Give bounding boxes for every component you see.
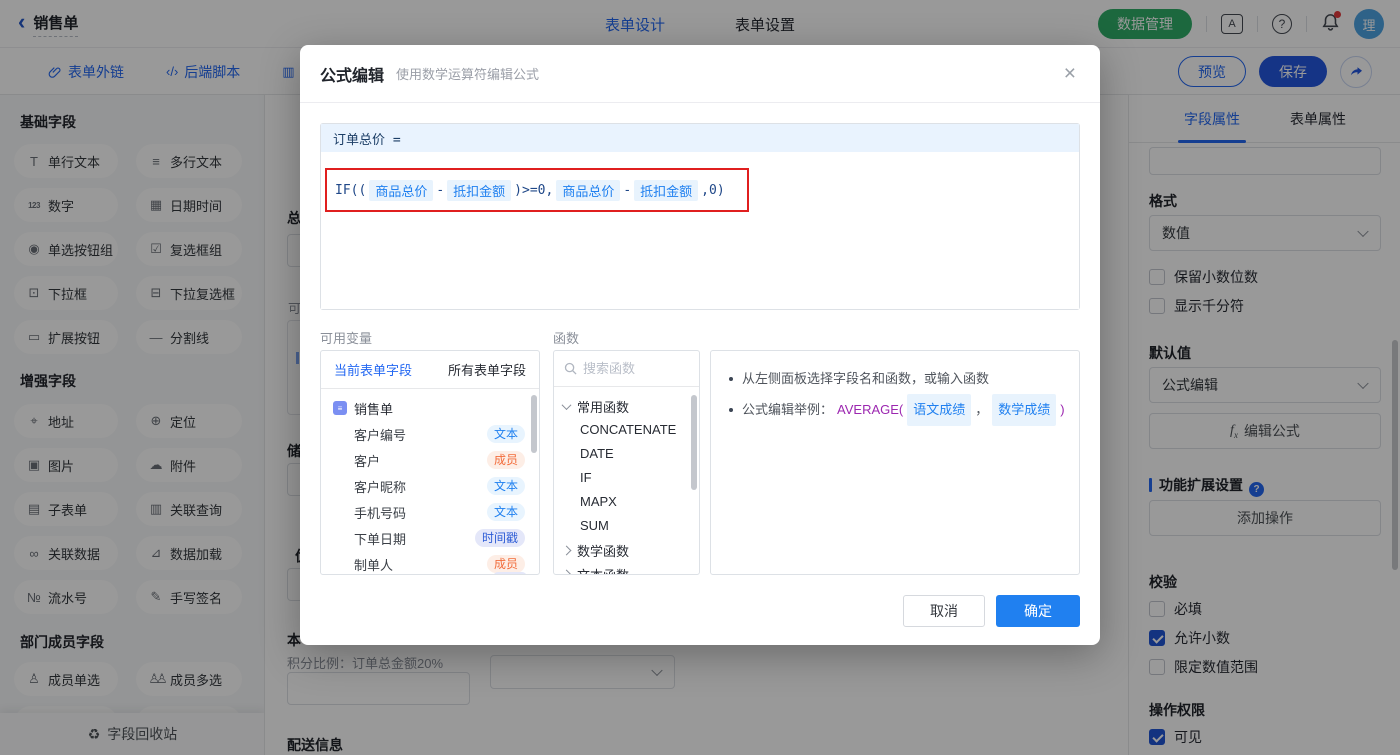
function-search-input[interactable] — [583, 361, 683, 376]
function-item-concatenate[interactable]: CONCATENATE — [563, 418, 690, 442]
function-item-date[interactable]: DATE — [563, 442, 690, 466]
cancel-button[interactable]: 取消 — [903, 595, 985, 627]
formula-code: )>=0, — [514, 182, 554, 198]
form-node[interactable]: ≡ 销售单 — [321, 395, 539, 421]
chevron-right-icon — [561, 569, 572, 574]
group-math-functions[interactable]: 数学函数 — [561, 538, 690, 562]
formula-target-field: 订单总价 = — [321, 124, 1079, 152]
formula-operator: - — [623, 182, 632, 198]
help-panel: 从左侧面板选择字段名和函数，或输入函数 公式编辑举例： AVERAGE( 语文成… — [710, 350, 1080, 575]
group-label: 数学函数 — [577, 543, 630, 559]
example-field-chip: 数学成绩 — [992, 394, 1057, 426]
group-label: 文本函数 — [577, 567, 630, 575]
type-tag: 文本 — [486, 477, 525, 495]
tip-text: 公式编辑举例： — [742, 402, 834, 417]
variable-name: 手机号码 — [354, 505, 407, 521]
bullet-icon — [729, 408, 733, 412]
bullet-icon — [729, 377, 733, 381]
function-item-mapx[interactable]: MAPX — [563, 490, 690, 514]
group-label: 常用函数 — [577, 399, 630, 415]
variable-name: 制单人 — [354, 557, 394, 573]
functions-panel: 常用函数 CONCATENATE DATE IF MAPX SUM 数学函数 文… — [553, 350, 700, 575]
search-icon — [564, 362, 577, 375]
type-tag: 时间戳 — [474, 529, 525, 547]
field-chip[interactable]: 抵扣金额 — [634, 179, 699, 201]
formula-operator: - — [436, 182, 445, 198]
type-tag: 文本 — [486, 425, 525, 443]
tip-text: 从左侧面板选择字段名和函数，或输入函数 — [742, 371, 990, 386]
variable-name: 客户编号 — [354, 427, 407, 443]
formula-editor-modal: 公式编辑 使用数学运算符编辑公式 × 订单总价 = IF(( 商品总价 - 抵扣… — [300, 45, 1100, 645]
help-tip-2: 公式编辑举例： AVERAGE( 语文成绩 ， 数学成绩 ) — [729, 394, 1065, 426]
field-chip[interactable]: 商品总价 — [556, 179, 621, 201]
separator: ， — [975, 402, 989, 417]
form-node-label: 销售单 — [354, 401, 394, 417]
formula-block: 订单总价 = IF(( 商品总价 - 抵扣金额 )>=0, 商品总价 - 抵扣金… — [320, 123, 1080, 310]
variable-row[interactable]: 客户昵称 文本 — [321, 473, 539, 499]
variable-row[interactable]: 客户编号 文本 — [321, 421, 539, 447]
variable-name: 客户昵称 — [354, 479, 407, 495]
example-function: AVERAGE( — [837, 402, 904, 417]
tab-current-form-fields[interactable]: 当前表单字段 — [334, 360, 412, 379]
example-function-close: ) — [1060, 402, 1065, 417]
chevron-right-icon — [561, 545, 572, 555]
variables-label: 可用变量 — [320, 331, 373, 346]
help-tip-1: 从左侧面板选择字段名和函数，或输入函数 — [729, 364, 1061, 394]
group-common-functions[interactable]: 常用函数 — [561, 394, 690, 418]
functions-tree: 常用函数 CONCATENATE DATE IF MAPX SUM 数学函数 文… — [554, 387, 699, 575]
modal-header: 公式编辑 使用数学运算符编辑公式 × — [300, 45, 1100, 103]
formula-code: ,0) — [701, 182, 725, 198]
variable-row[interactable]: 手机号码 文本 — [321, 499, 539, 525]
formula-editor-area[interactable]: IF(( 商品总价 - 抵扣金额 )>=0, 商品总价 - 抵扣金额 ,0) — [321, 152, 1079, 309]
variables-panel: 当前表单字段 所有表单字段 ≡ 销售单 客户编号 文本 客户 成员 客户昵称 文本 手机… — [320, 350, 540, 575]
tab-all-form-fields[interactable]: 所有表单字段 — [448, 360, 526, 379]
group-text-functions[interactable]: 文本函数 — [561, 562, 690, 575]
function-item-sum[interactable]: SUM — [563, 514, 690, 538]
formula-code: IF(( — [335, 182, 367, 198]
variable-row[interactable]: 客户 成员 — [321, 447, 539, 473]
modal-subtitle: 使用数学运算符编辑公式 — [396, 67, 540, 82]
example-field-chip: 语文成绩 — [907, 394, 972, 426]
type-tag: 文本 — [486, 503, 525, 521]
functions-scrollbar[interactable] — [691, 395, 697, 490]
partial-next-tag — [493, 572, 527, 574]
variables-list: ≡ 销售单 客户编号 文本 客户 成员 客户昵称 文本 手机号码 文本 下单日期 时间戳 制… — [321, 389, 539, 574]
confirm-button[interactable]: 确定 — [996, 595, 1080, 627]
variables-scrollbar[interactable] — [531, 395, 537, 453]
chevron-down-icon — [561, 399, 572, 410]
variable-name: 客户 — [354, 453, 381, 469]
close-icon[interactable]: × — [1064, 63, 1076, 84]
function-search — [554, 351, 699, 387]
modal-footer: 取消 确定 — [300, 595, 1100, 627]
formula-highlight-annotation: IF(( 商品总价 - 抵扣金额 )>=0, 商品总价 - 抵扣金额 ,0) — [325, 168, 749, 212]
field-chip[interactable]: 商品总价 — [369, 179, 434, 201]
variable-name: 下单日期 — [354, 531, 407, 547]
variable-row[interactable]: 下单日期 时间戳 — [321, 525, 539, 551]
field-chip[interactable]: 抵扣金额 — [447, 179, 512, 201]
type-tag: 成员 — [486, 451, 525, 469]
form-doc-icon: ≡ — [333, 401, 347, 415]
functions-label: 函数 — [553, 331, 580, 346]
type-tag: 成员 — [486, 555, 525, 573]
modal-title: 公式编辑 — [320, 67, 385, 85]
function-item-if[interactable]: IF — [563, 466, 690, 490]
